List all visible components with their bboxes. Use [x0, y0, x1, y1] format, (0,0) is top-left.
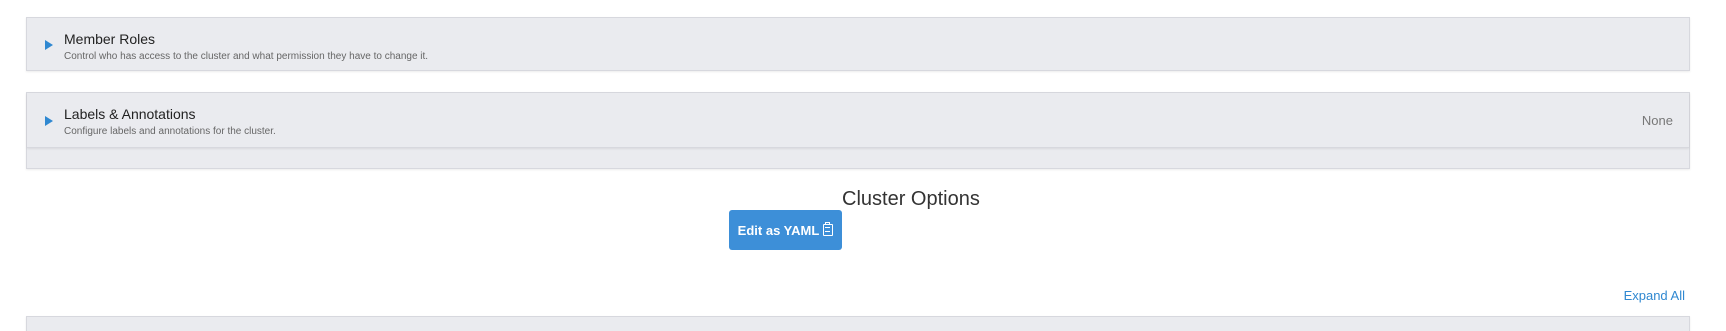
- caret-right-icon[interactable]: [45, 40, 53, 50]
- member-roles-description: Control who has access to the cluster an…: [64, 51, 429, 62]
- edit-as-yaml-label: Edit as YAML: [737, 222, 820, 238]
- labels-annotations-value: None: [1641, 113, 1673, 128]
- labels-annotations-title: Labels & Annotations: [64, 106, 196, 122]
- labels-annotations-description: Configure labels and annotations for the…: [64, 126, 276, 137]
- clipboard-icon: [823, 222, 834, 236]
- caret-right-icon[interactable]: [45, 116, 53, 126]
- labels-annotations-panel: Labels & Annotations Configure labels an…: [26, 92, 1690, 169]
- cluster-options-title: Cluster Options: [842, 188, 980, 210]
- next-accordion[interactable]: [26, 316, 1690, 331]
- edit-as-yaml-button[interactable]: Edit as YAML: [729, 210, 842, 250]
- member-roles-title: Member Roles: [64, 31, 156, 47]
- expand-all-link[interactable]: Expand All: [1624, 288, 1685, 303]
- page: Member Roles Control who has access to t…: [0, 0, 1726, 331]
- member-roles-accordion[interactable]: Member Roles Control who has access to t…: [26, 17, 1690, 71]
- labels-annotations-accordion[interactable]: Labels & Annotations Configure labels an…: [27, 93, 1689, 148]
